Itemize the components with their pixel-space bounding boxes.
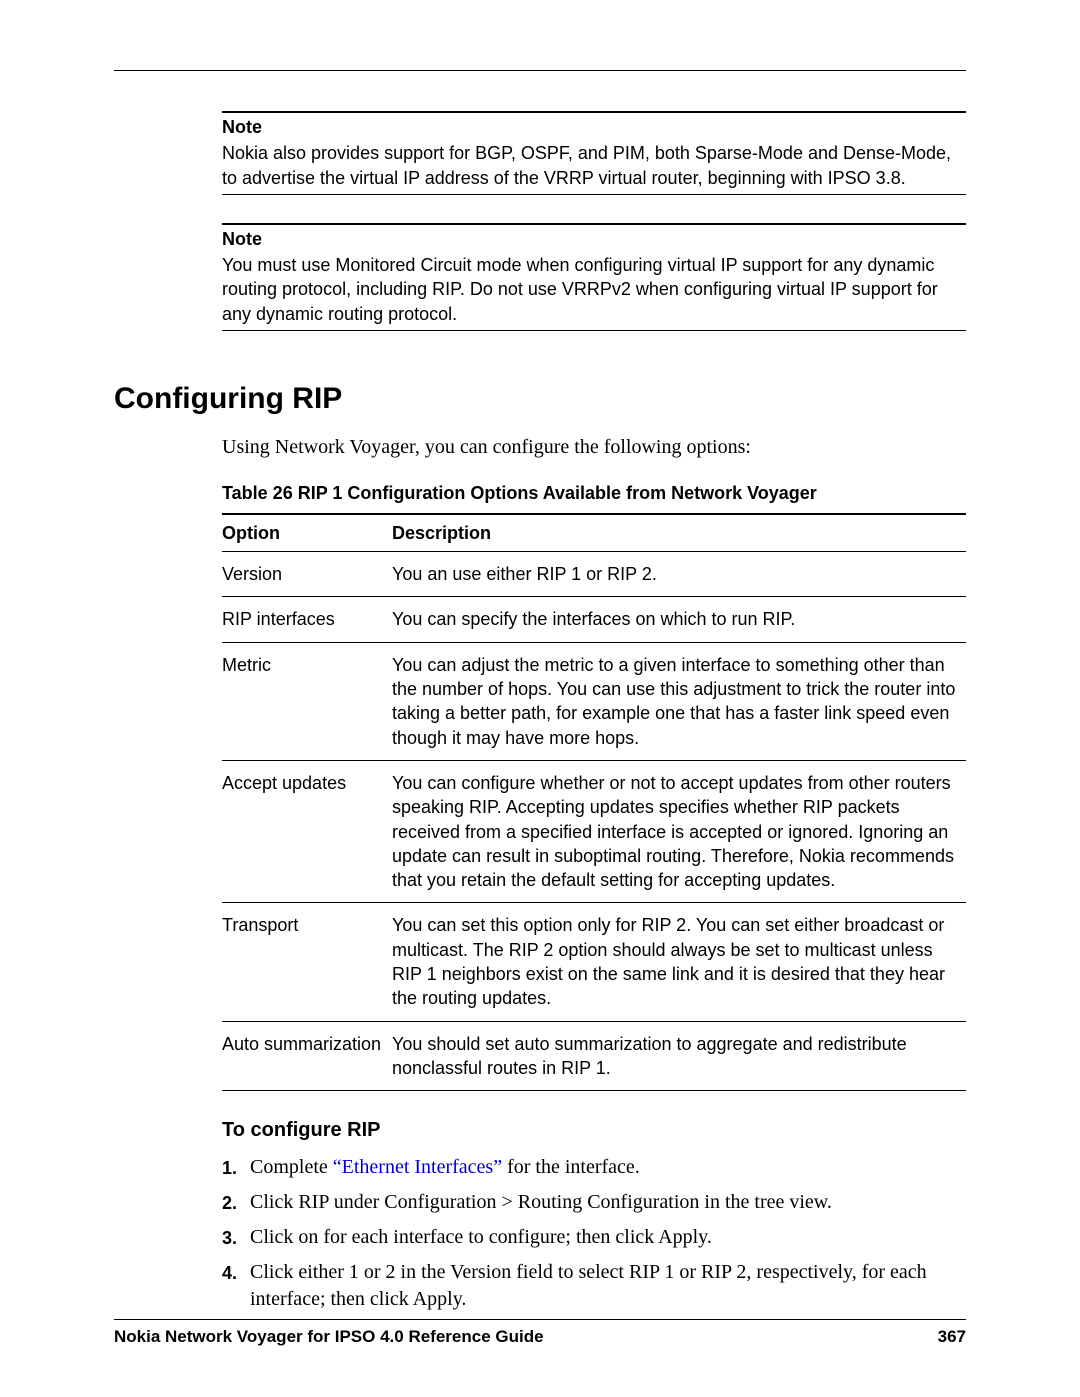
- cell-option: Auto summarization: [222, 1021, 392, 1091]
- step-text-fragment: Complete: [250, 1156, 333, 1178]
- step-number: 4.: [222, 1259, 250, 1313]
- note-label: Note: [222, 227, 966, 251]
- footer-rule: [114, 1319, 966, 1320]
- cell-option: RIP interfaces: [222, 597, 392, 642]
- step-4: 4. Click either 1 or 2 in the Version fi…: [222, 1259, 966, 1313]
- cell-option: Accept updates: [222, 760, 392, 902]
- steps-list: 1. Complete “Ethernet Interfaces” for th…: [222, 1154, 966, 1313]
- note-body: Nokia also provides support for BGP, OSP…: [222, 141, 966, 190]
- step-number: 3.: [222, 1224, 250, 1251]
- heading-configuring-rip: Configuring RIP: [114, 379, 966, 420]
- cell-desc: You can specify the interfaces on which …: [392, 597, 966, 642]
- footer: Nokia Network Voyager for IPSO 4.0 Refer…: [114, 1319, 966, 1349]
- table-caption: Table 26 RIP 1 Configuration Options Ava…: [222, 481, 966, 505]
- step-1: 1. Complete “Ethernet Interfaces” for th…: [222, 1154, 966, 1181]
- cell-option: Metric: [222, 642, 392, 760]
- table-row: Auto summarization You should set auto s…: [222, 1021, 966, 1091]
- proc-heading: To configure RIP: [222, 1117, 966, 1144]
- intro-text: Using Network Voyager, you can configure…: [222, 434, 966, 461]
- step-text: Click on for each interface to configure…: [250, 1224, 966, 1251]
- cell-desc: You should set auto summarization to agg…: [392, 1021, 966, 1091]
- step-number: 2.: [222, 1189, 250, 1216]
- table-header-row: Option Description: [222, 514, 966, 552]
- table-row: Transport You can set this option only f…: [222, 903, 966, 1021]
- options-table: Option Description Version You an use ei…: [222, 513, 966, 1091]
- step-text: Complete “Ethernet Interfaces” for the i…: [250, 1154, 966, 1181]
- cell-option: Transport: [222, 903, 392, 1021]
- footer-row: Nokia Network Voyager for IPSO 4.0 Refer…: [114, 1326, 966, 1349]
- cell-option: Version: [222, 552, 392, 597]
- page: Note Nokia also provides support for BGP…: [0, 0, 1080, 1397]
- table-row: Version You an use either RIP 1 or RIP 2…: [222, 552, 966, 597]
- th-option: Option: [222, 514, 392, 552]
- note-rule-top: [222, 223, 966, 225]
- footer-page-number: 367: [938, 1326, 966, 1349]
- note-block-1: Note Nokia also provides support for BGP…: [222, 111, 966, 195]
- step-text: Click either 1 or 2 in the Version field…: [250, 1259, 966, 1313]
- top-rule: [114, 70, 966, 71]
- cell-desc: You can configure whether or not to acce…: [392, 760, 966, 902]
- link-ethernet-interfaces[interactable]: “Ethernet Interfaces”: [333, 1156, 502, 1178]
- step-2: 2. Click RIP under Configuration > Routi…: [222, 1189, 966, 1216]
- cell-desc: You can adjust the metric to a given int…: [392, 642, 966, 760]
- table-row: Accept updates You can configure whether…: [222, 760, 966, 902]
- th-description: Description: [392, 514, 966, 552]
- step-number: 1.: [222, 1154, 250, 1181]
- note-body: You must use Monitored Circuit mode when…: [222, 253, 966, 326]
- cell-desc: You an use either RIP 1 or RIP 2.: [392, 552, 966, 597]
- note-label: Note: [222, 115, 966, 139]
- table-row: Metric You can adjust the metric to a gi…: [222, 642, 966, 760]
- step-text: Click RIP under Configuration > Routing …: [250, 1189, 966, 1216]
- table-row: RIP interfaces You can specify the inter…: [222, 597, 966, 642]
- step-text-fragment: for the interface.: [502, 1156, 640, 1178]
- note-rule-bottom: [222, 330, 966, 331]
- note-rule-bottom: [222, 194, 966, 195]
- footer-title: Nokia Network Voyager for IPSO 4.0 Refer…: [114, 1326, 544, 1349]
- note-block-2: Note You must use Monitored Circuit mode…: [222, 223, 966, 331]
- cell-desc: You can set this option only for RIP 2. …: [392, 903, 966, 1021]
- step-3: 3. Click on for each interface to config…: [222, 1224, 966, 1251]
- note-rule-top: [222, 111, 966, 113]
